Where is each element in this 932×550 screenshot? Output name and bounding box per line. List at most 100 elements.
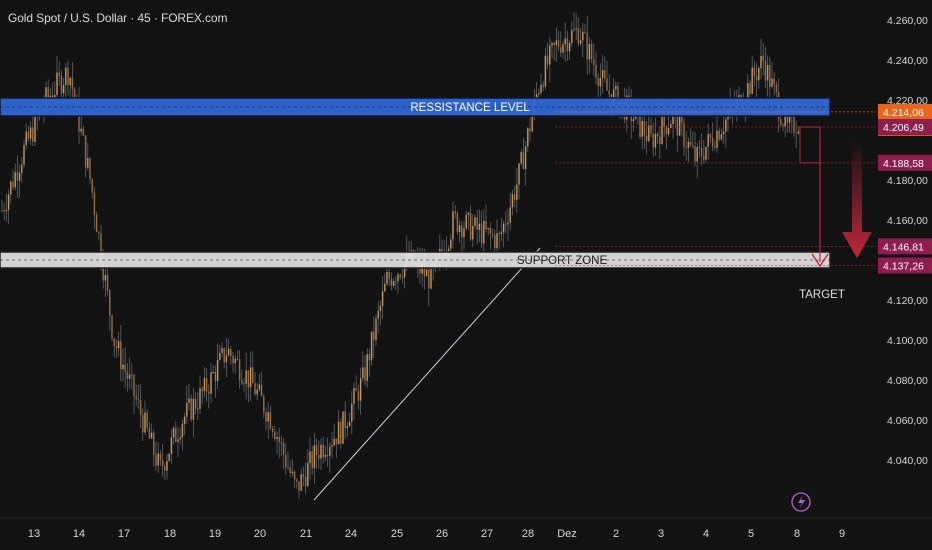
candle-body	[661, 116, 663, 145]
candle-body	[326, 455, 329, 457]
candle-body	[80, 128, 82, 132]
candle-body	[89, 158, 91, 179]
candle-body	[375, 318, 377, 341]
candle-body	[430, 265, 432, 289]
candle-body	[5, 209, 8, 212]
candle-body	[87, 158, 89, 168]
candle-body	[3, 210, 5, 212]
candle-body	[359, 378, 362, 401]
candle-body	[197, 408, 199, 410]
candle-body	[113, 338, 115, 347]
candle-body	[588, 44, 591, 60]
candle-body	[223, 348, 225, 363]
candle-body	[47, 87, 49, 98]
candle-body	[340, 421, 342, 444]
candle-body	[716, 130, 718, 148]
candle-body	[793, 113, 795, 133]
candle-body	[25, 131, 27, 146]
candle-body	[18, 172, 21, 181]
candle-body	[447, 248, 450, 251]
candle-body	[188, 398, 190, 403]
candle-body	[142, 414, 144, 433]
candle-body	[357, 390, 360, 401]
candle-body	[313, 445, 316, 469]
candle-body	[256, 389, 258, 395]
candle-body	[566, 38, 569, 52]
y-tick-label: 4.240,00	[887, 55, 928, 67]
candle-body	[49, 95, 52, 98]
candle-body	[348, 421, 351, 427]
candle-body	[16, 172, 19, 181]
candle-body	[287, 467, 289, 469]
candle-body	[300, 474, 302, 491]
price-tag-label: 4.137,26	[883, 260, 924, 272]
candle-body	[601, 70, 604, 79]
candle-body	[109, 290, 111, 316]
candle-body	[201, 388, 203, 392]
candle-body	[269, 412, 272, 429]
x-tick-label: 24	[345, 528, 357, 540]
candle-body	[128, 374, 131, 379]
candle-body	[34, 114, 36, 142]
candle-body	[230, 348, 232, 356]
candle-body	[527, 128, 529, 147]
candle-body	[194, 398, 197, 409]
candle-body	[797, 131, 800, 134]
candle-body	[467, 213, 470, 215]
candle-body	[186, 402, 188, 417]
resistance-zone: RESSISTANCE LEVEL	[0, 97, 831, 117]
candle-body	[82, 128, 85, 136]
candle-body	[775, 84, 778, 93]
candle-body	[395, 281, 397, 283]
candle-body	[769, 65, 771, 87]
candle-body	[401, 277, 404, 279]
candle-body	[124, 364, 126, 372]
candle-body	[454, 211, 456, 214]
candle-body	[458, 225, 461, 233]
candle-body	[139, 399, 142, 415]
candle-body	[285, 454, 287, 468]
candle-body	[606, 78, 608, 91]
price-tag-label: 4.146,81	[883, 241, 924, 253]
candle-body	[243, 383, 245, 385]
candle-body	[553, 42, 555, 46]
candle-body	[551, 42, 553, 46]
candle-body	[522, 152, 525, 170]
candle-body	[544, 55, 547, 87]
candle-body	[377, 310, 379, 319]
candle-body	[683, 122, 685, 148]
candle-body	[278, 437, 280, 443]
price-tag-label: 4.188,58	[883, 158, 924, 170]
candle-body	[164, 466, 166, 471]
y-tick-label: 4.040,00	[887, 455, 928, 467]
candle-body	[764, 61, 767, 81]
y-tick-label: 4.080,00	[887, 375, 928, 387]
price-chart[interactable]: 13 14 17 18 19 20 21 24 25 26 27 28 Dez 2 3 4 5 8 9 4.040,0…	[0, 0, 932, 550]
candle-body	[60, 75, 63, 94]
candle-body	[309, 451, 311, 463]
candle-body	[703, 156, 705, 160]
candle-body	[364, 367, 366, 381]
y-tick-label: 4.160,00	[887, 215, 928, 227]
candle-body	[91, 178, 93, 193]
candle-body	[696, 146, 698, 162]
candle-body	[29, 127, 32, 139]
candle-body	[247, 370, 250, 388]
candle-body	[579, 40, 582, 44]
candle-body	[252, 367, 254, 384]
candle-body	[98, 232, 100, 234]
zone-label: RESSISTANCE LEVEL	[410, 102, 530, 114]
candle-body	[148, 427, 151, 439]
candle-body	[568, 42, 571, 52]
x-tick-label: 2	[613, 528, 619, 540]
candle-body	[489, 227, 492, 234]
candle-body	[505, 223, 507, 225]
candle-body	[698, 146, 701, 148]
candle-body	[177, 439, 179, 442]
candle-body	[483, 221, 485, 244]
candle-body	[379, 305, 382, 311]
candle-body	[511, 194, 514, 208]
candle-body	[557, 40, 560, 48]
candle-body	[71, 77, 74, 89]
candle-body	[236, 358, 239, 360]
